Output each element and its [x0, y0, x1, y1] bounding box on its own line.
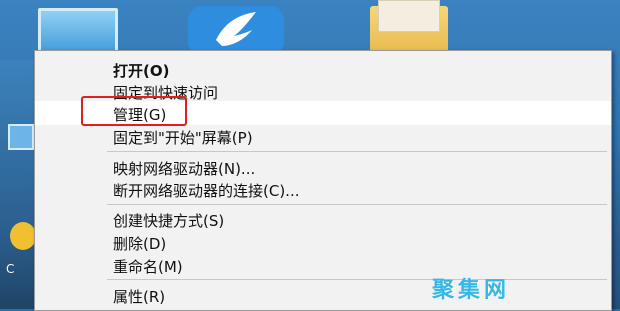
- highlight-box: [81, 96, 187, 126]
- menu-item-label: 创建快捷方式(S): [113, 212, 225, 230]
- yellow-badge-icon: [10, 222, 36, 250]
- menu-item-properties[interactable]: 属性(R): [35, 283, 611, 307]
- folder-icon[interactable]: [370, 0, 448, 56]
- menu-item-label: 属性(R): [113, 288, 166, 306]
- desktop-small-icon[interactable]: [8, 124, 34, 150]
- menu-separator: [107, 279, 607, 280]
- menu-item-label: 删除(D): [113, 235, 167, 253]
- menu-item-disconnect-network-drive[interactable]: 断开网络驱动器的连接(C)...: [35, 177, 611, 201]
- watermark: 聚集网: [432, 278, 511, 303]
- context-menu: 打开(O) 固定到快速访问 管理(G) 固定到"开始"屏幕(P) 映射网络驱动器…: [34, 50, 612, 311]
- desktop-icon-label: C: [6, 262, 15, 276]
- menu-item-create-shortcut[interactable]: 创建快捷方式(S): [35, 207, 611, 231]
- menu-item-open[interactable]: 打开(O): [35, 57, 611, 81]
- menu-item-delete[interactable]: 删除(D): [35, 230, 611, 254]
- menu-item-label: 断开网络驱动器的连接(C)...: [113, 182, 300, 200]
- menu-item-pin-start[interactable]: 固定到"开始"屏幕(P): [35, 124, 611, 148]
- menu-separator: [107, 151, 607, 152]
- menu-item-label: 打开(O): [113, 62, 170, 80]
- menu-item-rename[interactable]: 重命名(M): [35, 253, 611, 277]
- menu-separator: [107, 204, 607, 205]
- menu-item-label: 重命名(M): [113, 258, 183, 276]
- menu-item-label: 固定到"开始"屏幕(P): [113, 129, 253, 147]
- menu-item-label: 映射网络驱动器(N)...: [113, 160, 256, 178]
- menu-item-map-network-drive[interactable]: 映射网络驱动器(N)...: [35, 155, 611, 179]
- feather-app-icon[interactable]: [188, 6, 284, 56]
